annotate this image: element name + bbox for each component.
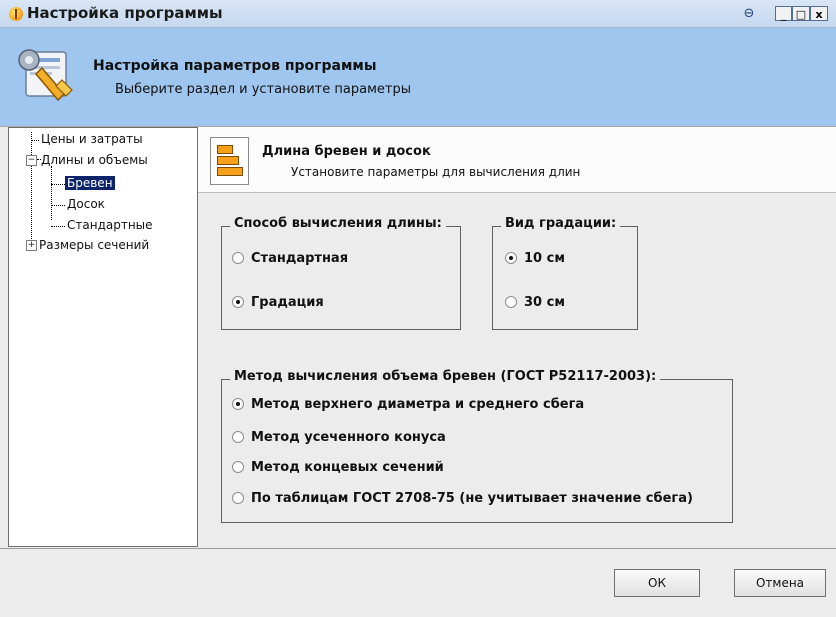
radio-standard[interactable]: Стандартная	[232, 251, 348, 266]
settings-tools-icon	[18, 49, 73, 102]
tree-guide-line	[51, 166, 52, 220]
radio-gradation-label: Градация	[251, 295, 324, 310]
radio-gost-tables[interactable]: По таблицам ГОСТ 2708-75 (не учитывает з…	[232, 491, 693, 506]
header-banner: Настройка параметров программы Выберите …	[0, 28, 836, 127]
radio-truncated-cone[interactable]: Метод усеченного конуса	[232, 430, 446, 445]
header-title: Настройка параметров программы	[93, 58, 377, 74]
tree-item-lengths-volumes[interactable]: Длины и объемы	[41, 153, 148, 167]
radio-30cm-circle[interactable]	[505, 295, 517, 308]
radio-gradation-circle[interactable]	[232, 295, 244, 308]
volume-method-group: Метод вычисления объема бревен (ГОСТ Р52…	[221, 369, 733, 523]
radio-gost-tables-circle[interactable]	[232, 491, 244, 504]
radio-truncated-cone-label: Метод усеченного конуса	[251, 430, 446, 445]
pin-button[interactable]: ⊖	[741, 6, 757, 21]
tree-guide-line	[31, 140, 39, 141]
radio-upper-diameter-circle[interactable]	[232, 397, 244, 410]
volume-method-title: Метод вычисления объема бревен (ГОСТ Р52…	[230, 369, 661, 384]
button-bar: ОК Отмена	[0, 548, 836, 617]
tree-item-boards[interactable]: Досок	[67, 197, 105, 211]
lengths-icon	[210, 137, 249, 185]
radio-upper-diameter[interactable]: Метод верхнего диаметра и среднего сбега	[232, 397, 584, 412]
collapse-icon[interactable]: −	[26, 155, 37, 166]
tree-guide-line	[51, 226, 65, 227]
radio-standard-circle[interactable]	[232, 251, 244, 264]
tree-guide-line	[51, 205, 65, 206]
section-subtitle: Установите параметры для вычисления длин	[291, 165, 581, 179]
radio-30cm[interactable]: 30 см	[505, 295, 565, 310]
radio-end-sections-circle[interactable]	[232, 460, 244, 473]
radio-upper-diameter-label: Метод верхнего диаметра и среднего сбега	[251, 397, 585, 412]
radio-end-sections[interactable]: Метод концевых сечений	[232, 460, 444, 475]
settings-window: Настройка программы ⊖ _ □ x Настройка па…	[0, 0, 836, 617]
radio-10cm[interactable]: 10 см	[505, 251, 565, 266]
radio-gost-tables-label: По таблицам ГОСТ 2708-75 (не учитывает з…	[251, 491, 693, 506]
length-method-title: Способ вычисления длины:	[230, 216, 446, 231]
tree-guide-line	[51, 184, 65, 185]
title-bar[interactable]: Настройка программы ⊖ _ □ x	[0, 0, 836, 28]
radio-10cm-circle[interactable]	[505, 251, 517, 264]
ok-button[interactable]: ОК	[614, 569, 700, 597]
app-icon	[9, 7, 23, 21]
tree-item-section-sizes[interactable]: Размеры сечений	[39, 238, 149, 252]
radio-end-sections-label: Метод концевых сечений	[251, 460, 444, 475]
tree-item-logs[interactable]: Бревен	[65, 176, 115, 190]
radio-gradation[interactable]: Градация	[232, 295, 324, 310]
radio-10cm-label: 10 см	[524, 251, 565, 266]
close-button[interactable]: x	[810, 6, 828, 21]
radio-truncated-cone-circle[interactable]	[232, 430, 244, 443]
tree-item-standard[interactable]: Стандартные	[67, 218, 153, 232]
gradation-group: Вид градации: 10 см 30 см	[492, 216, 638, 330]
length-method-group: Способ вычисления длины: Стандартная Гра…	[221, 216, 461, 330]
expand-icon[interactable]: +	[26, 240, 37, 251]
header-subtitle: Выберите раздел и установите параметры	[115, 82, 411, 97]
radio-30cm-label: 30 см	[524, 295, 565, 310]
cancel-button[interactable]: Отмена	[734, 569, 826, 597]
gradation-title: Вид градации:	[501, 216, 621, 231]
minimize-button[interactable]: _	[775, 6, 792, 21]
tree-guide-line	[31, 132, 32, 241]
section-title: Длина бревен и досок	[262, 144, 431, 159]
tree-item-prices[interactable]: Цены и затраты	[41, 132, 143, 146]
section-header: Длина бревен и досок Установите параметр…	[198, 127, 836, 193]
settings-panel: Длина бревен и досок Установите параметр…	[198, 127, 836, 547]
window-title: Настройка программы	[27, 4, 223, 22]
radio-standard-label: Стандартная	[251, 251, 349, 266]
settings-tree[interactable]: Цены и затраты − Длины и объемы Бревен Д…	[8, 127, 198, 547]
maximize-button[interactable]: □	[792, 6, 810, 21]
